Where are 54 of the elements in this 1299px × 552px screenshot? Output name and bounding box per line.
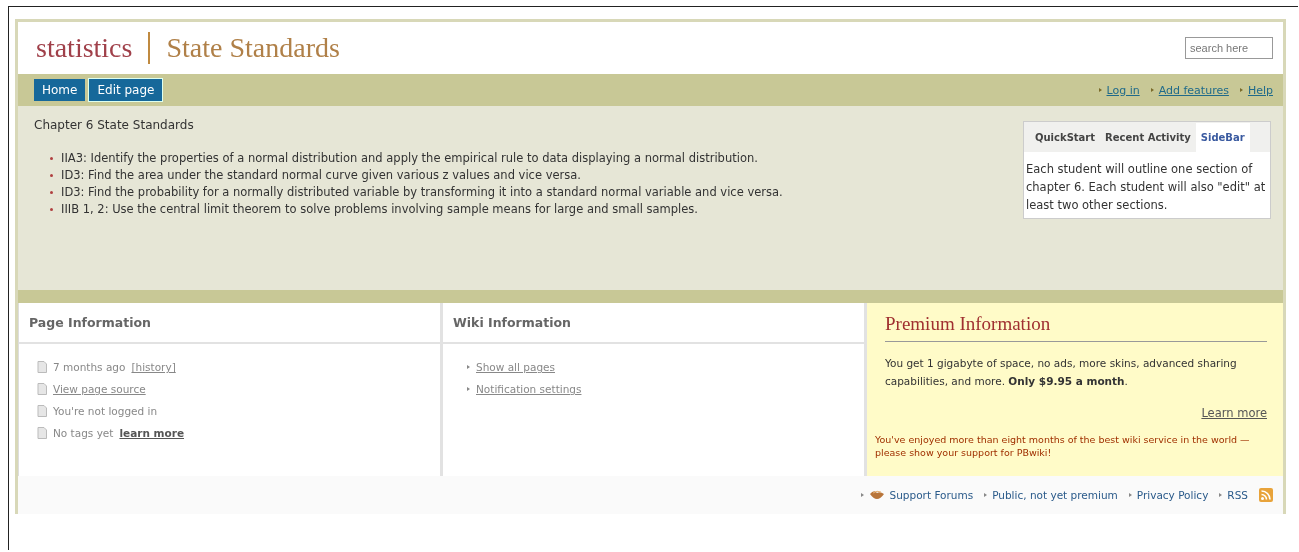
wiki-name[interactable]: statistics	[36, 32, 133, 64]
document-icon	[37, 427, 47, 439]
wiki-link[interactable]: Show all pages	[476, 361, 555, 373]
sidebar-tab[interactable]: QuickStart	[1030, 122, 1101, 152]
bullet-icon	[984, 493, 988, 497]
standard-item: IIA3: Identify the properties of a normal distribution and apply the empirical rule to data displaying a normal distribution.	[61, 150, 758, 167]
wiki-link[interactable]: Notification settings	[476, 383, 582, 395]
nav-button[interactable]: Home	[34, 79, 86, 101]
footer-link[interactable]: Privacy Policy	[1136, 489, 1209, 501]
info-text: You're not logged in	[53, 405, 158, 417]
page-title: State Standards	[166, 32, 341, 64]
bullet-icon	[1150, 88, 1154, 92]
learn-more-link[interactable]: Learn more	[1201, 406, 1267, 420]
premium-text: You get 1 gigabyte of space, no ads, more skins, advanced sharing capabilities, and more. Only $9.95 a month.	[885, 356, 1238, 389]
footer-link[interactable]: RSS	[1227, 489, 1248, 501]
support-notice: You've enjoyed more than eight months of the best wiki service in the world — please show your support for PBwiki!	[875, 433, 1251, 459]
bowl-icon	[868, 488, 885, 502]
search-field[interactable]: search here	[1185, 37, 1273, 59]
nav-link[interactable]: Help	[1247, 83, 1273, 97]
sidebar-tab[interactable]: SideBar	[1195, 122, 1250, 152]
standard-item: ID3: Find the area under the standard normal curve given various z values and vice versa.	[61, 167, 581, 184]
standard-item: IIIB 1, 2: Use the central limit theorem to solve problems involving sample means for large and small samples.	[61, 201, 698, 218]
nav-link[interactable]: Log in	[1106, 83, 1140, 97]
info-text: 7 months ago	[53, 361, 126, 373]
bullet-icon	[50, 157, 53, 160]
bullet-icon	[1219, 493, 1223, 497]
bullet-icon	[50, 208, 53, 211]
bullet-icon	[1128, 493, 1132, 497]
document-icon	[37, 405, 47, 417]
nav-link[interactable]: Add features	[1158, 83, 1229, 97]
panel-title: Page Information	[19, 303, 440, 344]
nav-button[interactable]: Edit page	[89, 79, 163, 101]
bullet-icon	[1098, 88, 1102, 92]
standard-item: ID3: Find the probability for a normally distributed variable by transforming it into a standard normal variable and vice versa.	[61, 184, 783, 201]
content-heading: Chapter 6 State Standards	[34, 118, 195, 132]
panel-title: Premium Information	[885, 313, 1267, 342]
bullet-icon	[860, 493, 864, 497]
sidebar-text: Each student will outline one section of chapter 6. Each student will also "edit" at least two other sections.	[1025, 161, 1267, 214]
info-link[interactable]: [history]	[131, 361, 176, 373]
document-icon	[37, 383, 47, 395]
bullet-icon	[50, 174, 53, 177]
sidebar-tab[interactable]: Recent Activity	[1100, 122, 1196, 152]
info-link[interactable]: learn more	[119, 427, 184, 439]
bullet-icon	[467, 387, 470, 391]
bullet-icon	[50, 191, 53, 194]
footer-link[interactable]: Support Forums	[889, 489, 974, 501]
info-link[interactable]: View page source	[53, 383, 146, 395]
rss-icon[interactable]	[1259, 488, 1273, 502]
panel-title: Wiki Information	[443, 303, 864, 344]
bullet-icon	[1239, 88, 1243, 92]
info-text: No tags yet	[53, 427, 114, 439]
bullet-icon	[467, 365, 470, 369]
footer-link[interactable]: Public, not yet premium	[992, 489, 1118, 501]
document-icon	[37, 361, 47, 373]
